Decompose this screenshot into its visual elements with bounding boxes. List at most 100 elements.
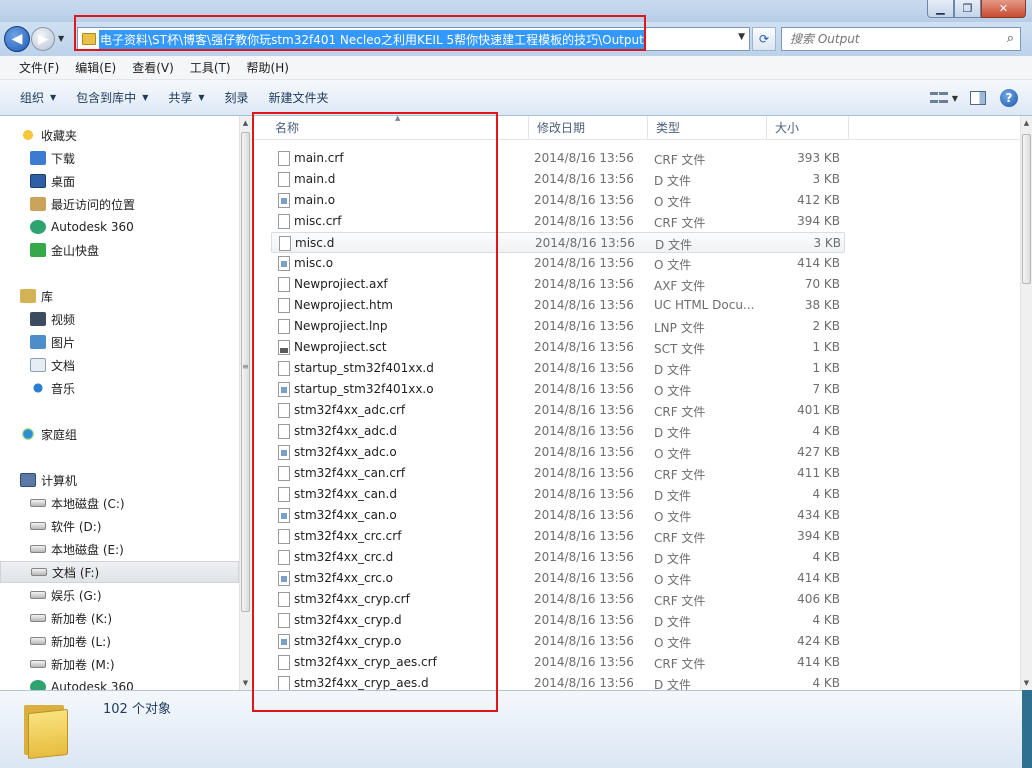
library-icon (20, 289, 36, 303)
file-row[interactable]: startup_stm32f401xx.o 2014/8/16 13:56 O 文件… (271, 379, 845, 400)
file-row[interactable]: stm32f4xx_adc.d 2014/8/16 13:56 D 文件 4 KB (271, 421, 845, 442)
object-file-icon (278, 256, 290, 271)
history-dropdown-icon[interactable]: ▼ (58, 34, 64, 43)
file-row[interactable]: main.d 2014/8/16 13:56 D 文件 3 KB (271, 169, 845, 190)
nav-item-desktop[interactable]: 桌面 (0, 170, 239, 192)
file-row[interactable]: misc.crf 2014/8/16 13:56 CRF 文件 394 KB (271, 211, 845, 232)
file-size: 414 KB (797, 571, 840, 585)
file-row[interactable]: misc.o 2014/8/16 13:56 O 文件 414 KB (271, 253, 845, 274)
view-dropdown-icon[interactable]: ▼ (952, 94, 958, 103)
scroll-up-icon[interactable]: ▲ (240, 116, 251, 130)
file-icon (278, 592, 290, 607)
file-name: misc.d (295, 236, 335, 250)
nav-drive[interactable]: 娱乐 (G:) (0, 584, 239, 606)
view-options-icon[interactable] (929, 91, 948, 105)
refresh-icon[interactable]: ⟳ (752, 27, 776, 51)
magnifier-icon[interactable]: ⌕ (1007, 31, 1014, 46)
scroll-down-icon[interactable]: ▼ (240, 676, 251, 690)
scroll-up-icon[interactable]: ▲ (1021, 116, 1032, 130)
column-type[interactable]: 类型 (648, 116, 767, 140)
file-row[interactable]: startup_stm32f401xx.d 2014/8/16 13:56 D 文件… (271, 358, 845, 379)
file-row[interactable]: Newprojiect.axf 2014/8/16 13:56 AXF 文件 70 K… (271, 274, 845, 295)
file-row[interactable]: Newprojiect.sct 2014/8/16 13:56 SCT 文件 1 KB (271, 337, 845, 358)
nav-drive[interactable]: 软件 (D:) (0, 515, 239, 537)
address-bar[interactable]: 电子资料\ST杯\博客\强仔教你玩stm32f401 Necleo之利用KEIL… (77, 27, 750, 51)
nav-drive[interactable]: 新加卷 (K:) (0, 607, 239, 629)
file-row[interactable]: main.o 2014/8/16 13:56 O 文件 412 KB (271, 190, 845, 211)
file-row[interactable]: stm32f4xx_cryp.o 2014/8/16 13:56 O 文件 424 K… (271, 631, 845, 652)
new-folder-button[interactable]: 新建文件夹 (259, 89, 339, 106)
menu-help[interactable]: 帮助(H) (239, 59, 297, 76)
file-row[interactable]: stm32f4xx_crc.d 2014/8/16 13:56 D 文件 4 KB (271, 547, 845, 568)
nav-homegroup[interactable]: 家庭组 (0, 423, 239, 445)
maximize-button[interactable]: ❐ (954, 0, 981, 18)
nav-item-autodesk[interactable]: Autodesk 360 (0, 216, 239, 238)
scroll-thumb[interactable] (241, 132, 250, 612)
nav-drive[interactable]: 新加卷 (M:) (0, 653, 239, 675)
search-input[interactable] (790, 29, 990, 49)
nav-drive[interactable]: 新加卷 (L:) (0, 630, 239, 652)
scroll-down-icon[interactable]: ▼ (1021, 676, 1032, 690)
nav-favorites[interactable]: 收藏夹 (0, 124, 239, 146)
nav-item-kuaipan[interactable]: 金山快盘 (0, 239, 239, 261)
file-row[interactable]: stm32f4xx_can.crf 2014/8/16 13:56 CRF 文件 41… (271, 463, 845, 484)
help-icon[interactable]: ? (1000, 89, 1018, 107)
nav-item-music[interactable]: 音乐 (0, 377, 239, 399)
hard-drive-icon (30, 545, 46, 553)
file-row[interactable]: Newprojiect.lnp 2014/8/16 13:56 LNP 文件 2 KB (271, 316, 845, 337)
search-box[interactable]: ⌕ (781, 27, 1021, 51)
menu-view[interactable]: 查看(V) (124, 59, 182, 76)
file-row[interactable]: stm32f4xx_cryp_aes.d 2014/8/16 13:56 D 文件 4… (271, 673, 845, 690)
address-path[interactable]: 电子资料\ST杯\博客\强仔教你玩stm32f401 Necleo之利用KEIL… (99, 29, 645, 49)
forward-arrow-icon[interactable]: ▶ (31, 27, 55, 51)
file-row[interactable]: stm32f4xx_adc.o 2014/8/16 13:56 O 文件 427 KB (271, 442, 845, 463)
nav-scrollbar[interactable]: ▲ ≡ ▼ (239, 116, 251, 690)
file-row[interactable]: stm32f4xx_cryp.crf 2014/8/16 13:56 CRF 文件 4… (271, 589, 845, 610)
star-icon (20, 128, 36, 142)
include-library-button[interactable]: 包含到库中 ▼ (66, 89, 158, 106)
file-row[interactable]: stm32f4xx_crc.o 2014/8/16 13:56 O 文件 414 KB (271, 568, 845, 589)
back-arrow-icon[interactable]: ◀ (4, 26, 30, 52)
nav-drive-selected[interactable]: 文档 (F:) (0, 561, 239, 583)
column-name[interactable]: 名称 (267, 116, 529, 140)
file-date: 2014/8/16 13:56 (534, 634, 634, 648)
file-row[interactable]: stm32f4xx_adc.crf 2014/8/16 13:56 CRF 文件 40… (271, 400, 845, 421)
file-type: O 文件 (654, 195, 692, 209)
file-date: 2014/8/16 13:56 (534, 487, 634, 501)
nav-drive[interactable]: 本地磁盘 (E:) (0, 538, 239, 560)
file-row[interactable]: stm32f4xx_crc.crf 2014/8/16 13:56 CRF 文件 39… (271, 526, 845, 547)
file-row[interactable]: main.crf 2014/8/16 13:56 CRF 文件 393 KB (271, 148, 845, 169)
nav-item-documents[interactable]: 文档 (0, 354, 239, 376)
nav-item-pictures[interactable]: 图片 (0, 331, 239, 353)
address-dropdown-icon[interactable]: ▼ (738, 32, 745, 42)
nav-item-videos[interactable]: 视频 (0, 308, 239, 330)
file-size: 4 KB (812, 676, 840, 690)
folder-icon (82, 33, 96, 45)
close-button[interactable]: ✕ (981, 0, 1026, 18)
menu-file[interactable]: 文件(F) (11, 59, 67, 76)
nav-item-autodesk-drive[interactable]: Autodesk 360 (0, 676, 239, 690)
file-row[interactable]: stm32f4xx_can.d 2014/8/16 13:56 D 文件 4 KB (271, 484, 845, 505)
nav-item-recent[interactable]: 最近访问的位置 (0, 193, 239, 215)
burn-button[interactable]: 刻录 (215, 89, 259, 106)
file-row[interactable]: stm32f4xx_can.o 2014/8/16 13:56 O 文件 434 KB (271, 505, 845, 526)
file-list-scrollbar[interactable]: ▲ ▼ (1020, 116, 1032, 690)
file-row[interactable]: misc.d 2014/8/16 13:56 D 文件 3 KB (271, 232, 845, 253)
nav-libraries[interactable]: 库 (0, 285, 239, 307)
menu-edit[interactable]: 编辑(E) (67, 59, 124, 76)
menu-tools[interactable]: 工具(T) (182, 59, 239, 76)
nav-drive[interactable]: 本地磁盘 (C:) (0, 492, 239, 514)
organize-button[interactable]: 组织 ▼ (10, 89, 66, 106)
file-row[interactable]: stm32f4xx_cryp_aes.crf 2014/8/16 13:56 CRF… (271, 652, 845, 673)
minimize-button[interactable]: ▁ (927, 0, 954, 18)
file-row[interactable]: Newprojiect.htm 2014/8/16 13:56 UC HTML Do… (271, 295, 845, 316)
preview-pane-icon[interactable] (970, 91, 986, 105)
scroll-thumb[interactable] (1022, 134, 1031, 284)
nav-computer[interactable]: 计算机 (0, 469, 239, 491)
column-size[interactable]: 大小 (767, 116, 849, 140)
nav-item-downloads[interactable]: 下载 (0, 147, 239, 169)
file-name: stm32f4xx_crc.crf (294, 529, 402, 543)
file-row[interactable]: stm32f4xx_cryp.d 2014/8/16 13:56 D 文件 4 KB (271, 610, 845, 631)
share-button[interactable]: 共享 ▼ (158, 89, 214, 106)
column-date[interactable]: 修改日期 (529, 116, 648, 140)
